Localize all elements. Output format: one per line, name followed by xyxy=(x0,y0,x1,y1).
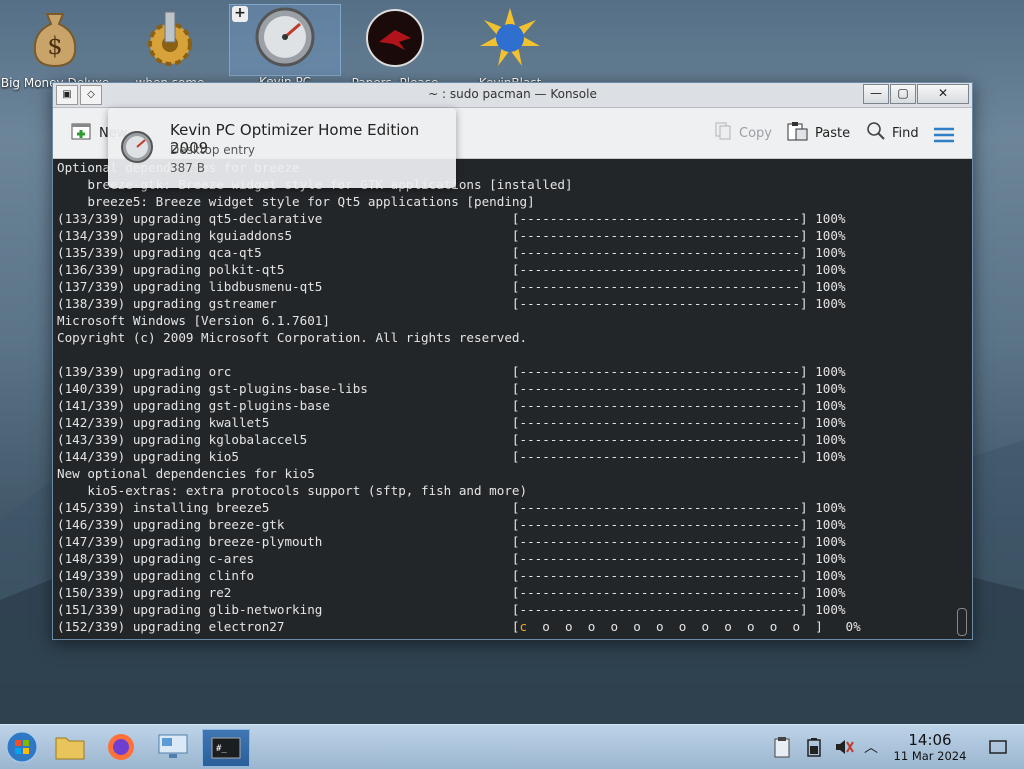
desktop-entry-tooltip: Kevin PC Optimizer Home Edition 2009 Des… xyxy=(108,108,456,188)
terminal-line-pacman-progress: (152/339) upgrading electron27 [c o o o … xyxy=(57,618,952,635)
clock-date: 11 Mar 2024 xyxy=(893,749,967,763)
show-desktop-icon[interactable] xyxy=(982,729,1014,765)
close-button[interactable]: ✕ xyxy=(917,84,969,104)
terminal-line: (148/339) upgrading c-ares [------------… xyxy=(57,550,952,567)
paste-button[interactable]: Paste xyxy=(787,122,850,144)
battery-icon[interactable] xyxy=(799,729,829,765)
terminal-line: (141/339) upgrading gst-plugins-base [--… xyxy=(57,398,846,413)
svg-text:$: $ xyxy=(47,32,62,60)
desktop-icon-big-money[interactable]: $ Big Money Deluxe xyxy=(0,6,110,91)
eagle-icon xyxy=(363,6,427,70)
tooltip-type: Desktop entry xyxy=(170,143,256,157)
terminal-line: (150/339) upgrading re2 [---------------… xyxy=(57,584,952,601)
terminal-line: (140/339) upgrading gst-plugins-base-lib… xyxy=(57,381,846,396)
desktop-icon-papers-please[interactable]: Papers, Please xyxy=(340,6,450,91)
gauge-icon xyxy=(120,130,154,168)
window-title: ~ : sudo pacman — Konsole xyxy=(428,87,597,101)
paste-label: Paste xyxy=(815,125,851,141)
terminal-line: (137/339) upgrading libdbusmenu-qt5 [---… xyxy=(57,279,846,294)
find-label: Find xyxy=(892,125,919,141)
system-clock[interactable]: 14:06 11 Mar 2024 xyxy=(884,731,976,763)
terminal-line: (143/339) upgrading kglobalaccel5 [-----… xyxy=(57,432,846,447)
terminal-line: (147/339) upgrading breeze-plymouth [---… xyxy=(57,533,952,550)
terminal-output[interactable]: Optional dependencies for breeze breeze-… xyxy=(57,159,952,637)
copy-icon xyxy=(713,121,733,145)
search-icon xyxy=(866,121,886,145)
start-orb-icon[interactable] xyxy=(3,729,41,765)
terminal-line: New optional dependencies for kio5 xyxy=(57,465,952,482)
money-bag-icon: $ xyxy=(23,6,87,70)
new-tab-icon xyxy=(71,121,93,145)
clock-time: 14:06 xyxy=(908,731,952,749)
window-titlebar[interactable]: ▣ ◇ ~ : sudo pacman — Konsole — ▢ ✕ xyxy=(53,83,972,108)
file-manager-icon[interactable] xyxy=(51,729,89,765)
svg-text:#_: #_ xyxy=(216,744,227,754)
terminal-line: (146/339) upgrading breeze-gtk [--------… xyxy=(57,516,952,533)
terminal-line: (151/339) upgrading glib-networking [---… xyxy=(57,601,952,618)
pacman-glyph: c xyxy=(519,619,528,634)
gear-icon xyxy=(138,6,202,70)
firefox-icon[interactable] xyxy=(102,729,140,765)
burst-disc-icon xyxy=(478,6,542,70)
gauge-icon xyxy=(253,5,317,69)
minimize-button[interactable]: — xyxy=(863,84,889,104)
terminal-line: (139/339) upgrading orc [---------------… xyxy=(57,364,846,379)
terminal-line: (136/339) upgrading polkit-qt5 [--------… xyxy=(57,262,846,277)
clipboard-icon[interactable] xyxy=(767,729,797,765)
terminal-line: (144/339) upgrading kio5 [--------------… xyxy=(57,449,846,464)
terminal-line: Microsoft Windows [Version 6.1.7601] xyxy=(57,313,330,328)
terminal-scrollbar[interactable] xyxy=(957,608,967,636)
terminal-line: (149/339) upgrading clinfo [------------… xyxy=(57,567,952,584)
terminal-line: (134/339) upgrading kguiaddons5 [-------… xyxy=(57,228,846,243)
terminal-line: (135/339) upgrading qca-qt5 [-----------… xyxy=(57,245,846,260)
terminal-line: (145/339) installing breeze5 [----------… xyxy=(57,499,952,516)
terminal-line: (142/339) upgrading kwallet5 [----------… xyxy=(57,415,846,430)
terminal-line: breeze5: Breeze widget style for Qt5 app… xyxy=(57,194,535,209)
konsole-icon[interactable]: #_ xyxy=(202,729,250,767)
paste-icon xyxy=(787,121,809,145)
hamburger-menu-icon[interactable] xyxy=(934,124,954,146)
tooltip-size: 387 B xyxy=(170,161,205,175)
terminal-line: kio5-extras: extra protocols support (sf… xyxy=(57,482,952,499)
copy-label: Copy xyxy=(739,125,772,141)
add-selection-badge[interactable]: + xyxy=(232,6,248,22)
terminal-line: Copyright (c) 2009 Microsoft Corporation… xyxy=(57,330,528,345)
find-button[interactable]: Find xyxy=(866,122,919,144)
tray-expand-icon[interactable]: ︿ xyxy=(856,729,886,765)
copy-button[interactable]: Copy xyxy=(713,122,772,144)
taskbar: #_ ︿ 14:06 11 Mar 2024 xyxy=(0,724,1024,769)
terminal-line: (133/339) upgrading qt5-declarative [---… xyxy=(57,211,846,226)
terminal-line: (138/339) upgrading gstreamer [---------… xyxy=(57,296,846,311)
muted-speaker-icon[interactable] xyxy=(829,729,859,765)
system-settings-icon[interactable] xyxy=(154,729,192,765)
maximize-button[interactable]: ▢ xyxy=(890,84,916,104)
